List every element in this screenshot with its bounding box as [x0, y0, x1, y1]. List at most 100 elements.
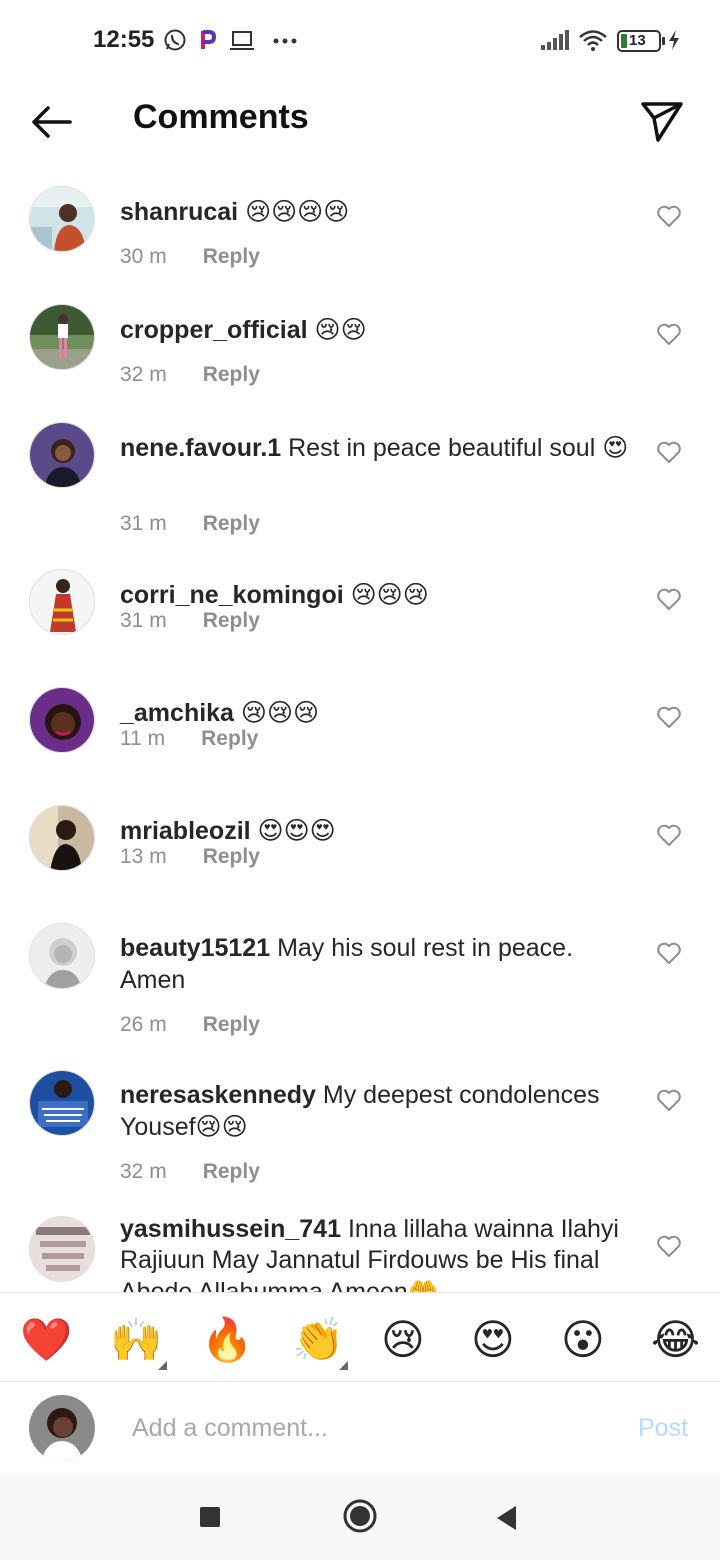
heart-icon[interactable] — [656, 440, 682, 464]
comment-username[interactable]: _amchika — [120, 699, 234, 727]
heart-icon[interactable] — [656, 1088, 682, 1112]
reaction-surprised[interactable]: 😮 — [561, 1315, 611, 1365]
heart-icon[interactable] — [656, 941, 682, 965]
comment-time: 30 m — [120, 245, 167, 268]
reply-button[interactable]: Reply — [203, 609, 260, 632]
comment-username[interactable]: mriableozil — [120, 817, 251, 845]
reply-button[interactable]: Reply — [203, 363, 260, 386]
comment-meta: 32 m Reply — [120, 1160, 260, 1184]
comment-text: nene.favour.1 Rest in peace beautiful so… — [120, 432, 630, 464]
comment-time: 31 m — [120, 609, 167, 632]
comment-emoji: 😢😢😢😢 — [245, 197, 350, 226]
comment-username[interactable]: cropper_official — [120, 316, 308, 344]
more-dots-icon — [273, 38, 297, 44]
comment-emoji: 🤲 — [407, 1277, 439, 1292]
comment-meta: 32 m Reply — [120, 363, 260, 387]
comment-meta: 13 m Reply — [120, 845, 260, 869]
avatar[interactable] — [29, 1216, 95, 1282]
comment-text: beauty15121 May his soul rest in peace. … — [120, 933, 630, 996]
comment-time: 11 m — [120, 727, 166, 750]
laptop-icon — [230, 31, 254, 50]
comment-emoji: 😢😢 — [195, 1112, 248, 1141]
home-icon[interactable] — [342, 1498, 378, 1534]
avatar[interactable] — [29, 569, 95, 635]
reply-button[interactable]: Reply — [203, 1160, 260, 1183]
battery-level: 13 — [629, 32, 646, 49]
reply-button[interactable]: Reply — [203, 245, 260, 268]
wifi-icon — [579, 30, 607, 51]
heart-icon[interactable] — [656, 204, 682, 228]
comment-time: 32 m — [120, 1160, 167, 1183]
system-nav-bar — [0, 1474, 720, 1560]
reaction-heart[interactable]: ❤️ — [20, 1315, 72, 1365]
comment-username[interactable]: neresaskennedy — [120, 1081, 316, 1109]
comment-text: neresaskennedy My deepest condolences Yo… — [120, 1080, 630, 1143]
recent-apps-icon[interactable] — [198, 1505, 222, 1529]
comment-text: mriableozil 😍😍😍 — [120, 815, 630, 847]
comment-username[interactable]: corri_ne_komingoi — [120, 581, 344, 609]
skin-tone-indicator — [339, 1361, 348, 1370]
avatar[interactable] — [29, 923, 95, 989]
back-nav-icon[interactable] — [494, 1504, 520, 1532]
comment-emoji: 😍😍😍 — [257, 816, 336, 845]
status-bar: 12:55 13 — [0, 0, 720, 80]
heart-icon[interactable] — [656, 322, 682, 346]
comment-text: yasmihussein_741 Inna lillaha wainna Ila… — [120, 1214, 630, 1292]
comment-meta: 11 m Reply — [120, 727, 258, 751]
avatar[interactable] — [29, 805, 95, 871]
comment-message: Rest in peace beautiful soul — [288, 434, 596, 462]
comment-username[interactable]: shanrucai — [120, 198, 238, 226]
post-button[interactable]: Post — [638, 1414, 688, 1443]
heart-icon[interactable] — [656, 823, 682, 847]
comment-emoji: 😢😢😢 — [240, 698, 320, 727]
comment-composer: Post — [0, 1382, 720, 1474]
reply-button[interactable]: Reply — [203, 845, 260, 868]
comment-meta: 30 m Reply — [120, 245, 260, 269]
heart-icon[interactable] — [656, 587, 682, 611]
comment-time: 31 m — [120, 512, 167, 535]
heart-icon[interactable] — [656, 705, 682, 729]
page-title: Comments — [133, 98, 309, 136]
comment-emoji: 😢😢😢 — [350, 580, 429, 609]
comment-time: 26 m — [120, 1013, 167, 1036]
charging-icon — [669, 30, 679, 50]
comment-text: corri_ne_komingoi 😢😢😢 — [120, 579, 630, 611]
comment-username[interactable]: yasmihussein_741 — [120, 1215, 341, 1243]
reply-button[interactable]: Reply — [201, 727, 258, 750]
avatar[interactable] — [29, 304, 95, 370]
comments-list[interactable]: shanrucai 😢😢😢😢 30 m Reply cropper_officia… — [0, 166, 720, 1292]
heart-icon[interactable] — [656, 1234, 682, 1258]
comment-meta: 31 m Reply — [120, 512, 260, 536]
comment-text: shanrucai 😢😢😢😢 — [120, 196, 630, 228]
comment-time: 13 m — [120, 845, 167, 868]
emoji-reaction-bar: ❤️ 🙌 🔥 👏 😢 😍 😮 😂 — [0, 1292, 720, 1382]
comment-username[interactable]: nene.favour.1 — [120, 434, 281, 462]
avatar[interactable] — [29, 1070, 95, 1136]
my-avatar — [29, 1395, 95, 1461]
comment-username[interactable]: beauty15121 — [120, 934, 270, 962]
reaction-fire[interactable]: 🔥 — [201, 1315, 253, 1365]
comment-input[interactable] — [120, 1402, 600, 1454]
avatar[interactable] — [29, 422, 95, 488]
send-icon[interactable] — [638, 96, 686, 144]
header: Comments — [0, 80, 720, 166]
reaction-heart-eyes[interactable]: 😍 — [471, 1315, 521, 1365]
reaction-laughing[interactable]: 😂 — [651, 1315, 701, 1365]
reaction-crying[interactable]: 😢 — [381, 1315, 431, 1365]
comment-emoji: 😢😢 — [314, 315, 367, 344]
avatar[interactable] — [29, 186, 95, 252]
reply-button[interactable]: Reply — [203, 1013, 260, 1036]
reaction-clapping[interactable]: 👏 — [292, 1315, 344, 1365]
comment-meta: 26 m Reply — [120, 1013, 260, 1037]
p-app-icon — [201, 30, 217, 49]
back-arrow-icon[interactable] — [28, 100, 76, 144]
comment-emoji: 😍 — [602, 433, 629, 462]
comment-text: _amchika 😢😢😢 — [120, 697, 630, 729]
comment-meta: 31 m Reply — [120, 609, 260, 633]
battery-icon: 13 — [617, 30, 661, 52]
reaction-raised-hands[interactable]: 🙌 — [110, 1315, 162, 1365]
comment-time: 32 m — [120, 363, 167, 386]
reply-button[interactable]: Reply — [203, 512, 260, 535]
avatar[interactable] — [29, 687, 95, 753]
whatsapp-icon — [164, 29, 186, 51]
